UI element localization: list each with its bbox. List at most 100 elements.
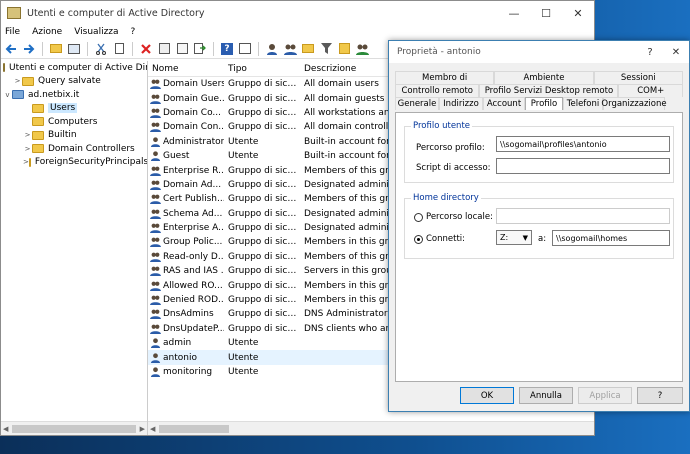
tab-generale[interactable]: Generale [395,97,439,110]
help-button[interactable]: ? [637,387,683,404]
chevron-right-icon[interactable]: > [13,77,22,85]
dialog-close-button[interactable]: ✕ [663,47,689,58]
new-user-icon[interactable] [264,41,280,57]
new-group-icon[interactable] [282,41,298,57]
column-header-type[interactable]: Tipo [224,64,300,74]
row-type-cell: Utente [228,352,259,363]
tab-ambiente[interactable]: Ambiente [494,71,594,84]
drive-letter-value: Z: [500,233,509,242]
tab-membro-di[interactable]: Membro di [395,71,495,84]
connect-radio[interactable] [414,234,423,244]
folder-icon [32,130,44,140]
close-button[interactable]: ✕ [562,1,594,25]
apply-button[interactable]: Applica [578,387,632,404]
home-folder-path-input[interactable]: \\sogomail\homes [552,230,670,246]
group-icon [150,281,161,291]
tree-item[interactable]: Computers [1,115,147,129]
ok-button[interactable]: OK [460,387,514,404]
row-name-cell: RAS and IAS ... [148,266,224,277]
scroll-right-icon[interactable]: ▶ [140,425,145,433]
minimize-button[interactable]: — [498,1,530,25]
row-name-text: monitoring [163,367,213,377]
tree-item[interactable]: Users [1,102,147,116]
help-icon[interactable]: ? [219,41,235,57]
row-type-cell: Gruppo di sicu... [228,194,300,205]
toolbar-separator [87,41,88,56]
menu-azione[interactable]: Azione [32,27,62,37]
tree-item[interactable]: Utenti e computer di Active Direc [1,61,147,75]
drive-letter-select[interactable]: Z: ▼ [496,230,532,245]
row-type-cell: Gruppo di sicu... [228,122,300,133]
toolbar-separator [42,41,43,56]
dialog-help-button[interactable]: ? [637,47,663,58]
chevron-right-icon[interactable]: > [23,158,29,166]
user-icon [150,137,161,147]
profile-path-input[interactable]: \\sogomail\profiles\antonio [496,136,670,152]
tree-item[interactable]: > ForeignSecurityPrincipals [1,156,147,170]
tab-profilo-servizi-desktop-remoto[interactable]: Profilo Servizi Desktop remoto [479,84,619,97]
row-type-cell: Utente [228,338,259,349]
tree-item[interactable]: v ad.netbix.it [1,88,147,102]
toolbar-separator [132,41,133,56]
properties-icon[interactable] [156,41,172,57]
tree-horizontal-scrollbar[interactable]: ◀ ▶ [1,421,147,435]
tab-telefoni[interactable]: Telefoni [563,97,603,110]
row-name-text: DnsUpdateP... [163,323,224,334]
chevron-right-icon[interactable]: > [23,131,32,139]
back-arrow-icon[interactable] [3,41,19,57]
row-type-cell: Gruppo di sicu... [228,79,300,90]
folder-icon [28,157,31,167]
row-name-text: Read-only D... [163,251,224,262]
delete-icon[interactable] [138,41,154,57]
refresh-icon[interactable] [174,41,190,57]
new-ou-icon[interactable] [300,41,316,57]
profile-group: Profilo utente [404,121,674,183]
tree-item[interactable]: > Query salvate [1,75,147,89]
dialog-title: Proprietà - antonio [397,47,481,57]
logon-script-input[interactable] [496,158,670,174]
cut-icon[interactable] [93,41,109,57]
row-name-cell: Cert Publish... [148,194,224,205]
scroll-thumb[interactable] [159,424,230,433]
copy-icon[interactable] [111,41,127,57]
add-to-group-icon[interactable] [354,41,370,57]
maximize-button[interactable]: ☐ [530,1,562,25]
console-icon[interactable] [237,41,253,57]
local-path-option[interactable]: Percorso locale: [414,212,493,222]
row-type-cell: Gruppo di sicu... [228,179,300,190]
group-icon [150,295,161,306]
row-name-text: Domain Ad... [163,179,222,190]
tab-account[interactable]: Account [483,97,525,110]
find-icon[interactable] [336,41,352,57]
list-horizontal-scrollbar[interactable]: ◀ [148,421,594,435]
filter-icon[interactable] [318,41,334,57]
menu-visualizza[interactable]: Visualizza [74,27,118,37]
group-icon [150,252,161,262]
tab-profilo[interactable]: Profilo [525,97,563,110]
show-tree-icon[interactable] [66,41,82,57]
folder-up-icon[interactable] [48,41,64,57]
scroll-left-icon[interactable]: ◀ [3,425,8,433]
tab-organizzazione[interactable]: Organizzazione [601,97,667,110]
chevron-down-icon[interactable]: v [3,91,12,99]
column-header-name[interactable]: Nome [148,64,224,74]
menu-file[interactable]: File [5,27,20,37]
dialog-title-bar: Proprietà - antonio ? ✕ [389,41,689,63]
tab-com-plus[interactable]: COM+ [618,84,684,97]
local-path-input[interactable] [496,208,670,224]
chevron-right-icon[interactable]: > [23,145,32,153]
local-path-radio[interactable] [414,212,423,222]
menu-help[interactable]: ? [131,27,136,37]
cancel-button[interactable]: Annulla [519,387,573,404]
forward-arrow-icon[interactable] [21,41,37,57]
tab-controllo-remoto[interactable]: Controllo remoto [395,84,480,97]
tab-indirizzo[interactable]: Indirizzo [439,97,483,110]
tree-item[interactable]: > Domain Controllers [1,142,147,156]
scroll-thumb[interactable] [12,424,136,433]
tab-sessioni[interactable]: Sessioni [593,71,683,84]
export-icon[interactable] [192,41,208,57]
scroll-left-icon[interactable]: ◀ [150,425,155,433]
connect-option[interactable]: Connetti: [414,234,465,244]
row-type-cell: Gruppo di sicu... [228,223,300,234]
tree-item[interactable]: > Builtin [1,129,147,143]
